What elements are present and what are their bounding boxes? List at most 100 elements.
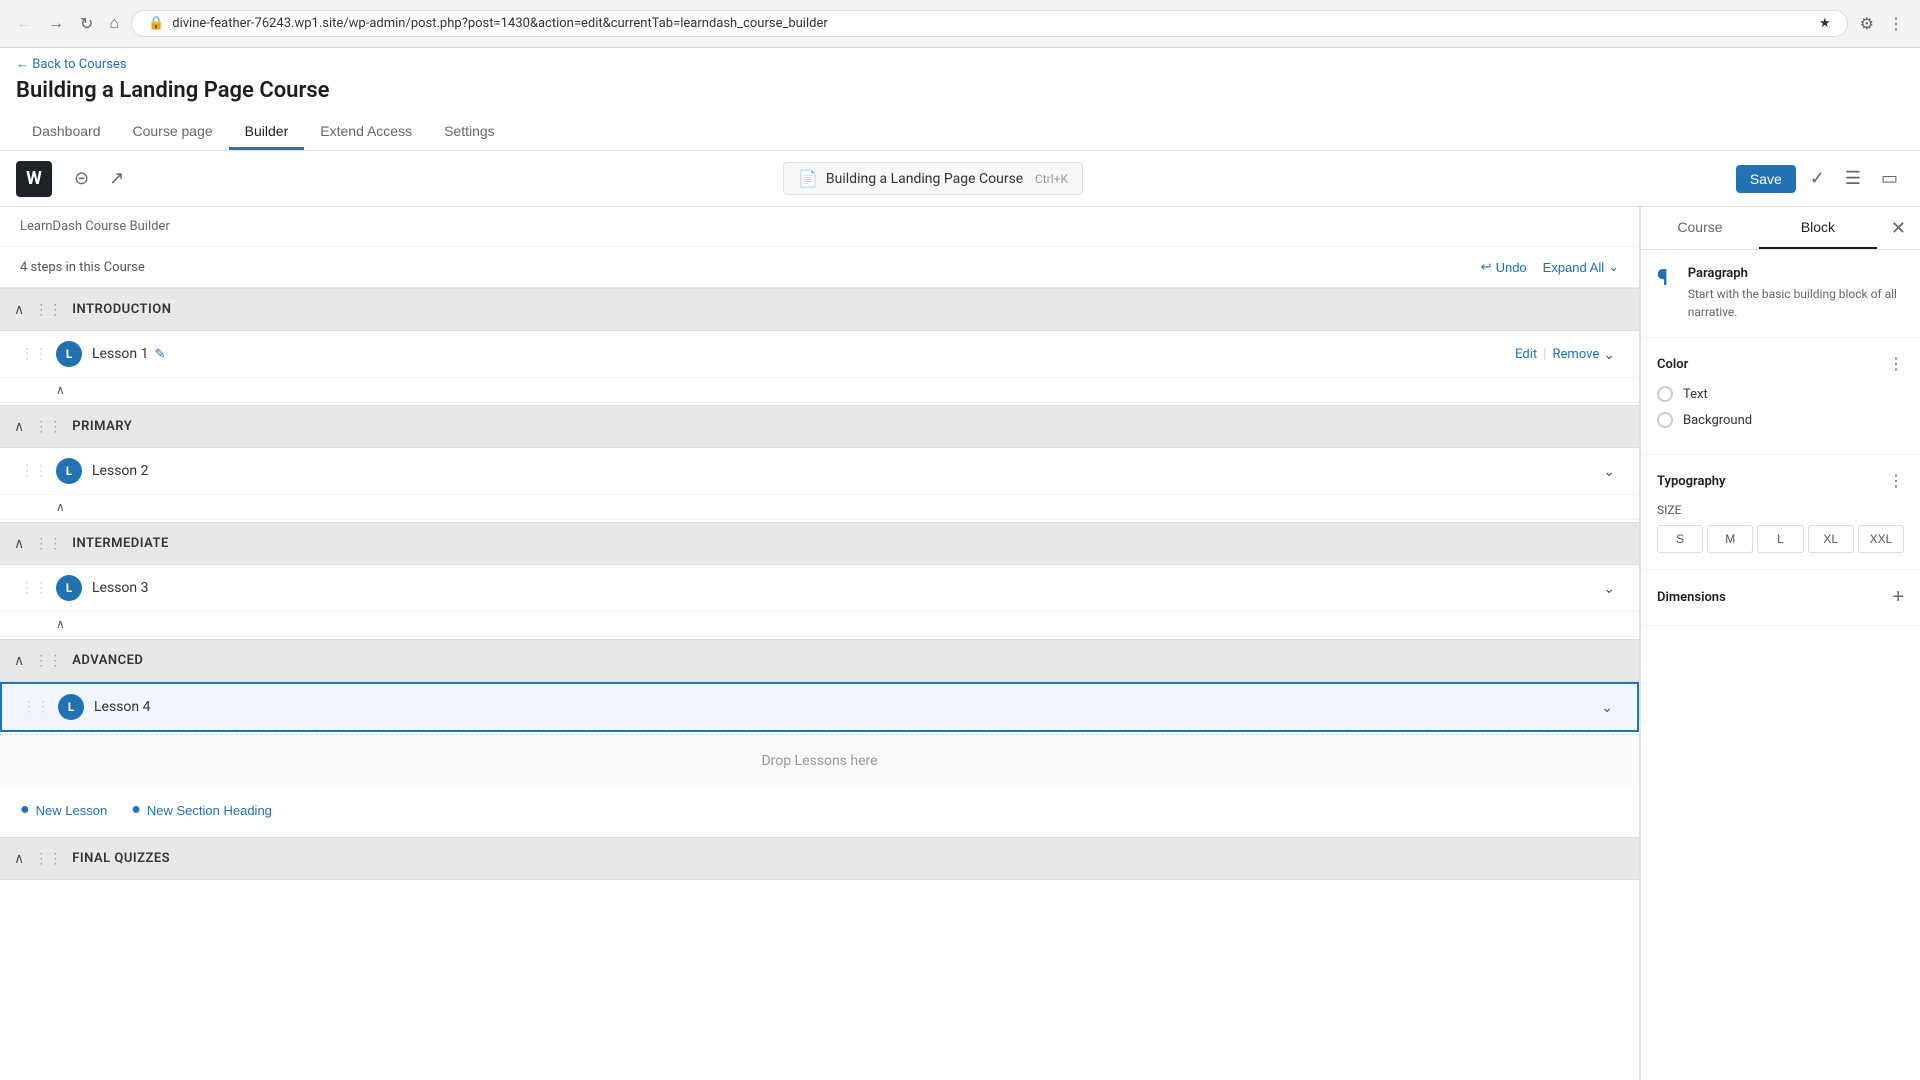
- forward-button[interactable]: →: [44, 11, 68, 37]
- course-builder-area: LearnDash Course Builder 4 steps in this…: [0, 207, 1640, 1080]
- browser-chrome: ← → ↻ ⌂ 🔒 divine-feather-76243.wp1.site/…: [0, 0, 1920, 48]
- address-bar[interactable]: 🔒 divine-feather-76243.wp1.site/wp-admin…: [131, 10, 1848, 37]
- back-button[interactable]: ←: [12, 11, 36, 37]
- tab-extend-access[interactable]: Extend Access: [304, 115, 428, 150]
- color-row-background: Background: [1657, 412, 1904, 428]
- color-more-button[interactable]: ⋮: [1888, 354, 1904, 374]
- wp-top-bar: ← Back to Courses Building a Landing Pag…: [0, 48, 1920, 151]
- tab-course-page[interactable]: Course page: [117, 115, 229, 150]
- lesson-sub-expand-2: ∧: [0, 495, 1639, 520]
- section-introduction: ∧ ⋮⋮ INTRODUCTION ⋮⋮ L Lesson 1 ✎: [0, 288, 1639, 403]
- lesson-row-1[interactable]: ⋮⋮ L Lesson 1 ✎ Edit | Remove ⌄: [0, 331, 1639, 378]
- add-section-button[interactable]: ● New Section Heading: [131, 801, 272, 819]
- drag-handle-lesson3[interactable]: ⋮⋮: [20, 580, 48, 596]
- lesson-expand-button-4[interactable]: ⌄: [1597, 695, 1617, 720]
- color-section: Color ⋮ Text Background: [1641, 338, 1920, 455]
- lesson-inline-edit-icon-1[interactable]: ✎: [154, 347, 165, 362]
- reload-button[interactable]: ↻: [76, 10, 97, 38]
- lesson-row-4[interactable]: ⋮⋮ L Lesson 4 ⌄: [0, 682, 1639, 732]
- tab-block[interactable]: Block: [1759, 207, 1877, 249]
- add-lesson-button[interactable]: ● New Lesson: [20, 801, 107, 819]
- drag-handle-intermediate[interactable]: ⋮⋮: [34, 536, 62, 552]
- typography-more-button[interactable]: ⋮: [1888, 471, 1904, 491]
- save-button[interactable]: Save: [1736, 165, 1796, 193]
- course-builder-header: LearnDash Course Builder: [0, 207, 1639, 247]
- section-heading-introduction: ∧ ⋮⋮ INTRODUCTION: [0, 288, 1639, 331]
- tab-settings[interactable]: Settings: [428, 115, 511, 150]
- lesson-collapse-button-2[interactable]: ∧: [56, 500, 65, 514]
- dimensions-add-button[interactable]: +: [1892, 586, 1904, 609]
- grid-view-button[interactable]: ⊝: [68, 162, 95, 195]
- drag-handle-primary[interactable]: ⋮⋮: [34, 419, 62, 435]
- block-title: Paragraph: [1688, 266, 1904, 281]
- undo-button[interactable]: ↩ Undo: [1481, 259, 1527, 275]
- lesson-sub-expand-3: ∧: [0, 612, 1639, 637]
- extensions-button[interactable]: ⚙: [1856, 10, 1878, 38]
- size-xxl-button[interactable]: XXL: [1858, 525, 1904, 553]
- lesson-row-2[interactable]: ⋮⋮ L Lesson 2 ⌄: [0, 448, 1639, 495]
- wp-logo-text: W: [26, 168, 42, 189]
- external-link-button[interactable]: ↗: [103, 162, 130, 195]
- tab-builder[interactable]: Builder: [229, 115, 305, 150]
- plus-icon-lesson: ●: [20, 801, 30, 819]
- color-radio-text[interactable]: [1657, 386, 1673, 402]
- lesson-remove-link-1[interactable]: Remove: [1553, 347, 1600, 362]
- size-xl-button[interactable]: XL: [1808, 525, 1854, 553]
- size-label: SIZE: [1657, 503, 1904, 517]
- lesson-icon-3: L: [56, 575, 82, 601]
- lesson-row-3[interactable]: ⋮⋮ L Lesson 3 ⌄: [0, 565, 1639, 612]
- toolbar-right: Save ✓ ☰ ▭: [1736, 162, 1904, 195]
- toolbar-center: 📄 Building a Landing Page Course Ctrl+K: [138, 162, 1728, 195]
- add-buttons: ● New Lesson ● New Section Heading: [0, 787, 1639, 833]
- back-to-courses-link[interactable]: ← Back to Courses: [16, 56, 127, 72]
- document-name-bar[interactable]: 📄 Building a Landing Page Course Ctrl+K: [783, 162, 1083, 195]
- lesson-edit-link-1[interactable]: Edit: [1515, 347, 1537, 362]
- size-l-button[interactable]: L: [1757, 525, 1803, 553]
- lesson-expand-button-3[interactable]: ⌄: [1599, 576, 1619, 601]
- dimensions-section: Dimensions +: [1641, 570, 1920, 626]
- lesson-sep-1: |: [1543, 346, 1546, 362]
- lesson-collapse-button-3[interactable]: ∧: [56, 617, 65, 631]
- drag-handle-advanced[interactable]: ⋮⋮: [34, 653, 62, 669]
- expand-all-button[interactable]: Expand All ⌄: [1543, 259, 1619, 275]
- sidebar-close-button[interactable]: ✕: [1877, 208, 1920, 249]
- sidebar-toggle-button[interactable]: ▭: [1875, 162, 1904, 195]
- lesson-expand-button-1[interactable]: ⌄: [1599, 342, 1619, 367]
- block-info: Paragraph Start with the basic building …: [1688, 266, 1904, 321]
- size-s-button[interactable]: S: [1657, 525, 1703, 553]
- drag-handle-final-quizzes[interactable]: ⋮⋮: [34, 851, 62, 867]
- star-icon[interactable]: ★: [1819, 16, 1831, 31]
- collapse-intermediate-button[interactable]: ∧: [14, 535, 24, 552]
- collapse-final-quizzes-button[interactable]: ∧: [14, 850, 24, 867]
- drag-handle-introduction[interactable]: ⋮⋮: [34, 302, 62, 318]
- tab-dashboard[interactable]: Dashboard: [16, 115, 117, 150]
- check-icon-button[interactable]: ✓: [1804, 162, 1831, 195]
- lesson-collapse-button-1[interactable]: ∧: [56, 383, 65, 397]
- typography-title: Typography: [1657, 474, 1726, 489]
- color-label-text: Text: [1683, 387, 1708, 402]
- plus-icon-section: ●: [131, 801, 141, 819]
- browser-actions: ⚙ ⋮: [1856, 10, 1908, 38]
- menu-button[interactable]: ⋮: [1884, 10, 1908, 38]
- color-radio-background[interactable]: [1657, 412, 1673, 428]
- collapse-advanced-button[interactable]: ∧: [14, 652, 24, 669]
- expand-all-label: Expand All: [1543, 260, 1604, 275]
- typography-section: Typography ⋮ SIZE S M L XL XXL: [1641, 455, 1920, 570]
- wp-logo-icon[interactable]: W: [16, 161, 52, 197]
- undo-label: Undo: [1496, 260, 1527, 275]
- list-view-button[interactable]: ☰: [1839, 162, 1867, 195]
- section-heading-final-quizzes: ∧ ⋮⋮ FINAL QUIZZES: [0, 837, 1639, 880]
- collapse-primary-button[interactable]: ∧: [14, 418, 24, 435]
- drag-handle-lesson1[interactable]: ⋮⋮: [20, 346, 48, 362]
- chevron-down-icon: ⌄: [1608, 259, 1619, 275]
- lesson-name-2: Lesson 2: [92, 463, 1599, 479]
- tab-course[interactable]: Course: [1641, 207, 1759, 249]
- size-m-button[interactable]: M: [1707, 525, 1753, 553]
- collapse-introduction-button[interactable]: ∧: [14, 301, 24, 318]
- drag-handle-lesson4[interactable]: ⋮⋮: [22, 699, 50, 715]
- lesson-expand-button-2[interactable]: ⌄: [1599, 459, 1619, 484]
- lock-icon: 🔒: [148, 16, 164, 31]
- drag-handle-lesson2[interactable]: ⋮⋮: [20, 463, 48, 479]
- color-label-background: Background: [1683, 413, 1752, 428]
- home-button[interactable]: ⌂: [105, 11, 123, 37]
